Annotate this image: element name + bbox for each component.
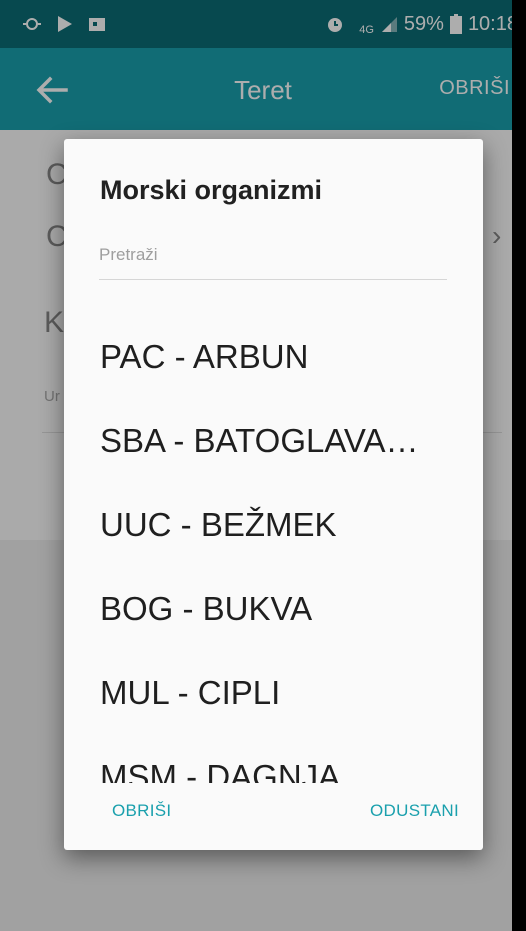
cancel-button[interactable]: ODUSTANI bbox=[370, 801, 459, 821]
list-item[interactable]: UUC - BEŽMEK bbox=[64, 483, 483, 567]
search-input[interactable] bbox=[99, 231, 447, 280]
species-picker-dialog: Morski organizmi PAC - ARBUN SBA - BATOG… bbox=[64, 139, 483, 850]
list-item[interactable]: BOG - BUKVA bbox=[64, 567, 483, 651]
device-frame-edge bbox=[512, 0, 526, 931]
list-item[interactable]: PAC - ARBUN bbox=[64, 315, 483, 399]
list-item[interactable]: MUL - CIPLI bbox=[64, 651, 483, 735]
clear-button[interactable]: OBRIŠI bbox=[112, 801, 171, 821]
species-list: PAC - ARBUN SBA - BATOGLAVA… UUC - BEŽME… bbox=[64, 315, 483, 783]
screen: 4G 59% 10:18 Teret OBRIŠI C C › K Ur Mor… bbox=[0, 0, 526, 931]
dialog-actions: OBRIŠI ODUSTANI bbox=[64, 780, 483, 850]
list-item[interactable]: SBA - BATOGLAVA… bbox=[64, 399, 483, 483]
dialog-title: Morski organizmi bbox=[100, 175, 323, 205]
list-item[interactable]: MSM - DAGNJA bbox=[64, 735, 483, 783]
